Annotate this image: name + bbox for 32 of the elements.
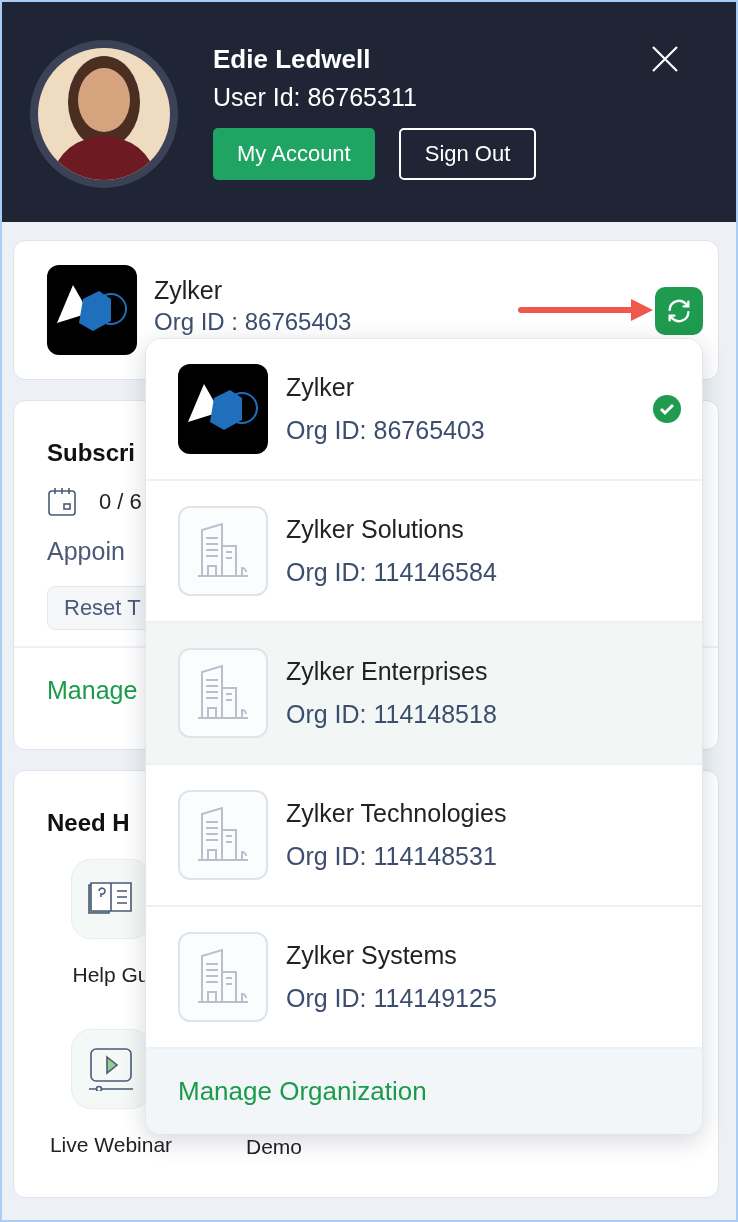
tile-label: Demo <box>246 1135 303 1159</box>
tile-label: Live Webinar <box>49 1132 173 1157</box>
org-item[interactable]: Zylker Enterprises Org ID: 114148518 <box>146 623 702 765</box>
section-title: Subscri <box>47 439 136 467</box>
org-name: Zylker Enterprises <box>286 657 489 686</box>
org-name: Zylker Solutions <box>286 515 465 544</box>
appointments-label: Appoin <box>47 537 126 566</box>
switch-org-button[interactable] <box>655 287 703 335</box>
refresh-icon <box>665 297 693 325</box>
org-id: Org ID: 114148531 <box>286 842 498 871</box>
org-name: Zylker Systems <box>286 941 458 970</box>
section-title: Need H <box>47 809 130 837</box>
user-id: User Id: 86765311 <box>213 82 418 113</box>
org-name: Zylker Technologies <box>286 799 508 828</box>
org-id: Org ID: 114146584 <box>286 558 498 587</box>
org-id: Org ID : 86765403 <box>154 309 352 335</box>
video-play-icon <box>87 1047 135 1091</box>
org-name: Zylker <box>286 373 356 402</box>
close-icon[interactable] <box>652 46 678 72</box>
arrow-icon <box>517 297 653 323</box>
org-item[interactable]: Zylker Systems Org ID: 114149125 <box>146 907 702 1049</box>
user-name: Edie Ledwell <box>213 43 372 76</box>
org-id: Org ID: 86765403 <box>286 416 486 445</box>
sign-out-button[interactable]: Sign Out <box>398 128 537 180</box>
org-item[interactable]: Zylker Org ID: 86765403 <box>146 339 702 481</box>
org-id: Org ID: 114149125 <box>286 984 498 1013</box>
calendar-icon <box>47 487 77 517</box>
org-name: Zylker <box>154 275 224 305</box>
usage-count: 0 / 6 <box>99 489 142 515</box>
org-item[interactable]: Zylker Technologies Org ID: 114148531 <box>146 765 702 907</box>
org-item[interactable]: Zylker Solutions Org ID: 114146584 <box>146 481 702 623</box>
org-id: Org ID: 114148518 <box>286 700 498 729</box>
